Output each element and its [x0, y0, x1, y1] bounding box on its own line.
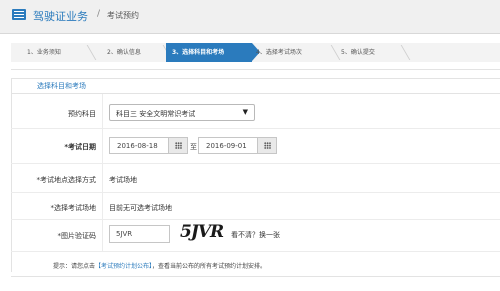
site-label: *选择考试场地 [50, 204, 97, 212]
row-divider [11, 219, 500, 220]
row-divider [11, 192, 500, 193]
step-1: 1、业务须知 [27, 49, 61, 56]
site-mode-value: 考试场地 [109, 176, 137, 184]
column-divider [102, 94, 103, 251]
step-3-active: 3、选择科目和考场 [166, 43, 260, 62]
site-value: 目前无可选考试场地 [109, 204, 172, 212]
hint-text: 提示：请您点击【考试预约计划公布】，查看当前公布的所有考试预约计划安排。 [53, 261, 266, 270]
row-divider [11, 251, 500, 252]
start-date-value: 2016-08-18 [117, 142, 158, 150]
divider [11, 93, 500, 94]
hint-prefix: 提示：请您点击 [53, 263, 96, 270]
captcha-input[interactable]: 5JVR [109, 225, 170, 243]
subject-label: 预约科目 [68, 110, 96, 118]
chevron-right-icon [78, 45, 97, 60]
plan-announcement-link[interactable]: 【考试预约计划公布】 [95, 263, 152, 270]
row-divider [11, 163, 500, 164]
start-date-input[interactable]: 2016-08-18 [109, 137, 188, 154]
chevron-right-icon [322, 45, 341, 60]
divider [11, 69, 500, 70]
section-title: 选择科目和考场 [37, 82, 86, 90]
exam-date-label: *考试日期 [64, 143, 96, 151]
subject-selected-value: 科目三 安全文明常识考试 [116, 110, 196, 118]
list-icon [12, 9, 26, 20]
captcha-image-text: 5JVR [180, 222, 224, 242]
calendar-icon [175, 142, 182, 149]
hint-suffix: ，查看当前公布的所有考试预约计划安排。 [152, 263, 267, 270]
step-5: 5、确认提交 [341, 49, 375, 56]
calendar-icon [264, 142, 271, 149]
breadcrumb-current: 考试预约 [107, 11, 139, 20]
calendar-button[interactable] [168, 138, 187, 153]
divider [11, 276, 500, 277]
page-title: 驾驶证业务 [33, 10, 88, 23]
row-divider [11, 128, 500, 129]
end-date-value: 2016-09-01 [206, 142, 247, 150]
captcha-input-value: 5JVR [116, 230, 133, 238]
chevron-right-icon [392, 45, 411, 60]
refresh-captcha-link[interactable]: 看不清？换一张 [231, 230, 280, 240]
title-bar: 驾驶证业务 / 考试预约 [0, 0, 500, 34]
caret-down-icon: ▼ [242, 108, 248, 116]
step-4: 4、选择考试场次 [256, 49, 302, 56]
captcha-image[interactable]: 5JVR [174, 222, 229, 246]
subject-select[interactable]: 科目三 安全文明常识考试 ▼ [109, 104, 255, 121]
captcha-label: *图片验证码 [57, 232, 97, 240]
step-indicator: 1、业务须知 2、确认信息 3、选择科目和考场 4、选择考试场次 5、确认提交 [11, 43, 500, 62]
step-2: 2、确认信息 [107, 49, 141, 56]
end-date-input[interactable]: 2016-09-01 [198, 137, 277, 154]
breadcrumb-separator: / [97, 9, 101, 19]
site-mode-label: *考试地点选择方式 [36, 176, 97, 184]
calendar-button[interactable] [257, 138, 276, 153]
date-range-separator: 至 [190, 143, 197, 151]
